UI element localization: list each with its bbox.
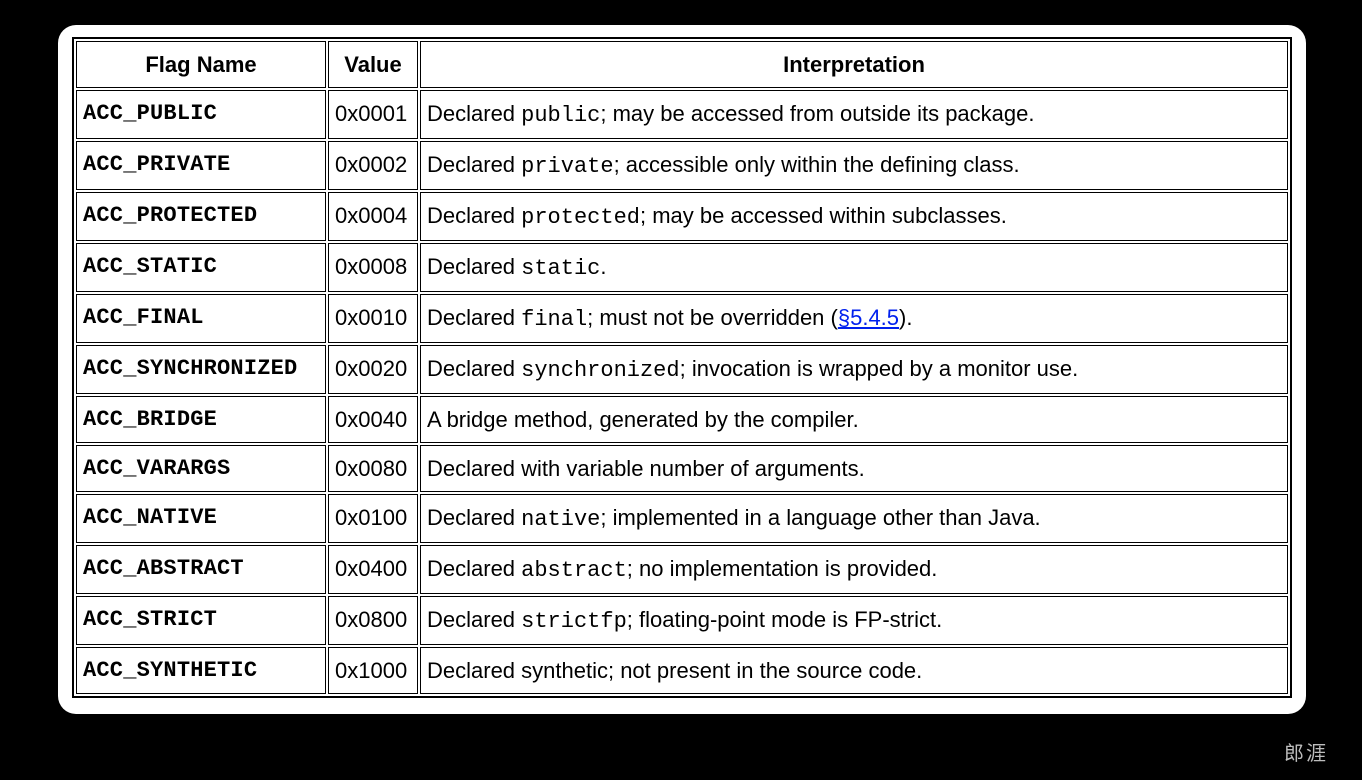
keyword-code: protected (521, 205, 640, 230)
flag-value-cell: 0x0040 (328, 396, 418, 443)
table-row: ACC_ABSTRACT0x0400Declared abstract; no … (76, 545, 1288, 594)
flag-name-cell: ACC_PRIVATE (76, 141, 326, 190)
flag-interpretation-cell: Declared static. (420, 243, 1288, 292)
flag-value-cell: 0x0020 (328, 345, 418, 394)
interp-text: Declared (427, 356, 521, 381)
interp-text: ; may be accessed within subclasses. (640, 203, 1007, 228)
interp-text: ; accessible only within the defining cl… (614, 152, 1020, 177)
flag-interpretation-cell: Declared private; accessible only within… (420, 141, 1288, 190)
flag-name-cell: ACC_SYNCHRONIZED (76, 345, 326, 394)
flag-name-cell: ACC_SYNTHETIC (76, 647, 326, 694)
flag-name-cell: ACC_STRICT (76, 596, 326, 645)
table-row: ACC_PROTECTED0x0004Declared protected; m… (76, 192, 1288, 241)
flag-value-cell: 0x0004 (328, 192, 418, 241)
interp-text: ; floating-point mode is FP-strict. (627, 607, 942, 632)
interp-text: Declared with variable number of argumen… (427, 456, 865, 481)
flag-interpretation-cell: Declared synthetic; not present in the s… (420, 647, 1288, 694)
flag-name-cell: ACC_PUBLIC (76, 90, 326, 139)
flag-name-cell: ACC_BRIDGE (76, 396, 326, 443)
flag-interpretation-cell: Declared native; implemented in a langua… (420, 494, 1288, 543)
flag-value-cell: 0x0010 (328, 294, 418, 343)
table-row: ACC_SYNTHETIC0x1000 Declared synthetic; n… (76, 647, 1288, 694)
col-header-interp: Interpretation (420, 41, 1288, 88)
flag-value-cell: 0x0002 (328, 141, 418, 190)
flag-interpretation-cell: Declared synchronized; invocation is wra… (420, 345, 1288, 394)
col-header-value: Value (328, 41, 418, 88)
flag-interpretation-cell: Declared with variable number of argumen… (420, 445, 1288, 492)
interp-text: Declared (427, 505, 521, 530)
flag-name-cell: ACC_FINAL (76, 294, 326, 343)
interp-text: Declared (427, 305, 521, 330)
interp-text: Declared (427, 556, 521, 581)
table-row: ACC_PRIVATE0x0002Declared private; acces… (76, 141, 1288, 190)
interp-text: Declared synthetic; not present in the s… (427, 658, 922, 683)
table-row: ACC_STRICT0x0800Declared strictfp; float… (76, 596, 1288, 645)
flag-interpretation-cell: Declared abstract; no implementation is … (420, 545, 1288, 594)
flag-value-cell: 0x0800 (328, 596, 418, 645)
table-row: ACC_BRIDGE0x0040 A bridge method, generat… (76, 396, 1288, 443)
flag-value-cell: 0x0001 (328, 90, 418, 139)
flag-name-cell: ACC_PROTECTED (76, 192, 326, 241)
keyword-code: synchronized (521, 358, 679, 383)
flag-value-cell: 0x0008 (328, 243, 418, 292)
interp-text: ; must not be overridden ( (587, 305, 838, 330)
flag-value-cell: 0x1000 (328, 647, 418, 694)
keyword-code: private (521, 154, 613, 179)
interp-text: Declared (427, 152, 521, 177)
flag-name-cell: ACC_VARARGS (76, 445, 326, 492)
keyword-code: final (521, 307, 587, 332)
col-header-flag: Flag Name (76, 41, 326, 88)
table-row: ACC_FINAL0x0010Declared final; must not … (76, 294, 1288, 343)
flag-name-cell: ACC_STATIC (76, 243, 326, 292)
flag-interpretation-cell: Declared strictfp; floating-point mode i… (420, 596, 1288, 645)
keyword-code: strictfp (521, 609, 627, 634)
flag-interpretation-cell: Declared final; must not be overridden (… (420, 294, 1288, 343)
table-body: ACC_PUBLIC0x0001Declared public; may be … (76, 90, 1288, 694)
flag-interpretation-cell: Declared public; may be accessed from ou… (420, 90, 1288, 139)
flag-value-cell: 0x0080 (328, 445, 418, 492)
flags-table: Flag Name Value Interpretation ACC_PUBLI… (74, 39, 1290, 696)
keyword-code: native (521, 507, 600, 532)
keyword-code: public (521, 103, 600, 128)
interp-text: A bridge method, generated by the compil… (427, 407, 859, 432)
interp-text: ). (899, 305, 912, 330)
keyword-code: abstract (521, 558, 627, 583)
interp-text: Declared (427, 607, 521, 632)
watermark: 郎涯 (1284, 737, 1328, 766)
table-header-row: Flag Name Value Interpretation (76, 41, 1288, 88)
interp-text: ; may be accessed from outside its packa… (600, 101, 1034, 126)
flag-interpretation-cell: Declared protected; may be accessed with… (420, 192, 1288, 241)
flag-value-cell: 0x0100 (328, 494, 418, 543)
flag-value-cell: 0x0400 (328, 545, 418, 594)
table-row: ACC_VARARGS0x0080 Declared with variable … (76, 445, 1288, 492)
flags-table-outer: Flag Name Value Interpretation ACC_PUBLI… (72, 37, 1292, 698)
spec-section-link[interactable]: §5.4.5 (838, 305, 899, 330)
flag-name-cell: ACC_ABSTRACT (76, 545, 326, 594)
table-row: ACC_STATIC0x0008Declared static. (76, 243, 1288, 292)
interp-text: Declared (427, 101, 521, 126)
table-row: ACC_NATIVE0x0100Declared native; impleme… (76, 494, 1288, 543)
interp-text: Declared (427, 254, 521, 279)
interp-text: ; implemented in a language other than J… (600, 505, 1040, 530)
document-card: Flag Name Value Interpretation ACC_PUBLI… (58, 25, 1306, 714)
table-row: ACC_SYNCHRONIZED0x0020Declared synchroni… (76, 345, 1288, 394)
interp-text: Declared (427, 203, 521, 228)
flag-interpretation-cell: A bridge method, generated by the compil… (420, 396, 1288, 443)
interp-text: ; invocation is wrapped by a monitor use… (680, 356, 1079, 381)
interp-text: . (600, 254, 606, 279)
table-row: ACC_PUBLIC0x0001Declared public; may be … (76, 90, 1288, 139)
interp-text: ; no implementation is provided. (627, 556, 938, 581)
keyword-code: static (521, 256, 600, 281)
flag-name-cell: ACC_NATIVE (76, 494, 326, 543)
